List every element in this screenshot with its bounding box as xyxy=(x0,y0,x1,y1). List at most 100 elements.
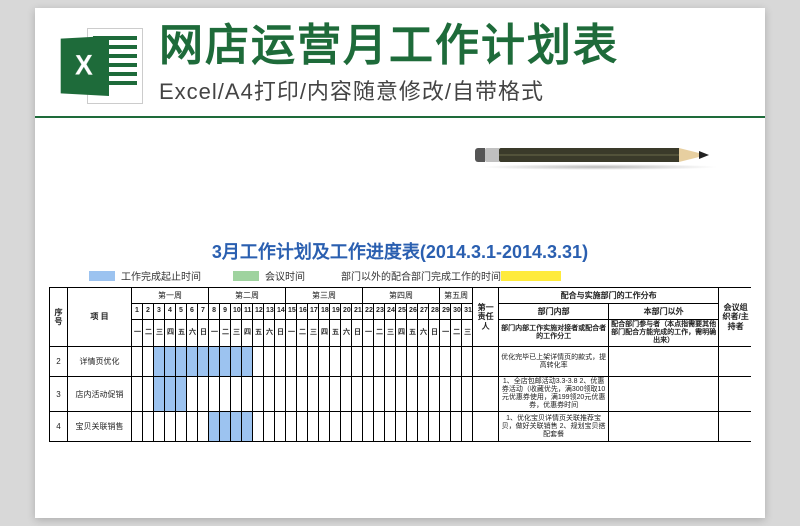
col-week: 第五周 xyxy=(440,288,473,304)
cell-seq: 4 xyxy=(50,412,68,442)
cell-owner xyxy=(473,377,499,412)
gantt-cell xyxy=(220,412,231,442)
col-day-wd: 五 xyxy=(253,320,264,347)
gantt-cell xyxy=(319,347,330,377)
col-day-num: 31 xyxy=(462,304,473,320)
gantt-cell xyxy=(352,347,363,377)
gantt-cell xyxy=(341,347,352,377)
col-day-num: 17 xyxy=(308,304,319,320)
col-day-wd: 三 xyxy=(385,320,396,347)
gantt-cell xyxy=(231,377,242,412)
header: X 网店运营月工作计划表 Excel/A4打印/内容随意修改/自带格式 xyxy=(35,8,765,118)
col-day-num: 4 xyxy=(165,304,176,320)
gantt-cell xyxy=(154,412,165,442)
col-day-num: 16 xyxy=(297,304,308,320)
gantt-cell xyxy=(396,347,407,377)
gantt-cell xyxy=(264,347,275,377)
gantt-cell xyxy=(132,377,143,412)
col-day-num: 12 xyxy=(253,304,264,320)
col-day-num: 11 xyxy=(242,304,253,320)
col-outer-detail: 配合部门参与者（本点指需要其他部门配合方能完成的工作，需明确出来） xyxy=(609,320,719,347)
gantt-cell xyxy=(341,377,352,412)
template-card: X 网店运营月工作计划表 Excel/A4打印/内容随意修改/自带格式 3月工作… xyxy=(35,8,765,518)
gantt-cell xyxy=(132,347,143,377)
legend-swatch-green xyxy=(233,271,259,281)
cell-outer xyxy=(609,412,719,442)
col-day-num: 14 xyxy=(275,304,286,320)
col-day-wd: 四 xyxy=(396,320,407,347)
gantt-cell xyxy=(297,347,308,377)
gantt-cell xyxy=(396,377,407,412)
gantt-cell xyxy=(451,412,462,442)
gantt-cell xyxy=(209,347,220,377)
col-day-wd: 三 xyxy=(231,320,242,347)
col-day-num: 9 xyxy=(220,304,231,320)
gantt-cell xyxy=(253,347,264,377)
gantt-cell xyxy=(253,412,264,442)
gantt-cell xyxy=(418,412,429,442)
gantt-cell xyxy=(154,347,165,377)
cell-meeting xyxy=(719,347,751,377)
col-day-num: 10 xyxy=(231,304,242,320)
gantt-cell xyxy=(198,412,209,442)
gantt-cell xyxy=(451,377,462,412)
col-project: 项 目 xyxy=(68,288,132,347)
cell-meeting xyxy=(719,377,751,412)
col-coop-title: 配合与实施部门的工作分布 xyxy=(499,288,719,304)
cell-inner: 1、优化宝贝详情页关联推荐宝贝，做好关联销售 2、规划宝贝搭配套餐 xyxy=(499,412,609,442)
spreadsheet-preview: 3月工作计划及工作进度表(2014.3.1-2014.3.31) 工作完成起止时… xyxy=(49,238,751,518)
gantt-cell xyxy=(363,377,374,412)
col-day-wd: 一 xyxy=(363,320,374,347)
gantt-cell xyxy=(330,347,341,377)
gantt-cell xyxy=(330,377,341,412)
gantt-cell xyxy=(253,377,264,412)
col-day-num: 1 xyxy=(132,304,143,320)
col-day-wd: 三 xyxy=(308,320,319,347)
col-day-num: 21 xyxy=(352,304,363,320)
table-row: 2详情页优化优化完毕已上架详情页的款式，提高转化率 xyxy=(50,347,752,377)
col-day-num: 13 xyxy=(264,304,275,320)
gantt-cell xyxy=(451,347,462,377)
legend-label-yellow: 部门以外的配合部门完成工作的时间 xyxy=(341,268,501,283)
gantt-cell xyxy=(275,412,286,442)
cell-owner xyxy=(473,412,499,442)
gantt-cell xyxy=(341,412,352,442)
gantt-cell xyxy=(385,377,396,412)
cell-project: 宝贝关联销售 xyxy=(68,412,132,442)
sheet-title: 3月工作计划及工作进度表(2014.3.1-2014.3.31) xyxy=(49,238,751,264)
cell-project: 店内活动促销 xyxy=(68,377,132,412)
gantt-cell xyxy=(352,412,363,442)
page-title: 网店运营月工作计划表 xyxy=(159,22,745,70)
col-day-wd: 六 xyxy=(418,320,429,347)
gantt-cell xyxy=(418,377,429,412)
gantt-cell xyxy=(330,412,341,442)
cell-owner xyxy=(473,347,499,377)
gantt-cell xyxy=(231,412,242,442)
gantt-cell xyxy=(187,412,198,442)
gantt-cell xyxy=(363,347,374,377)
gantt-cell xyxy=(440,377,451,412)
gantt-cell xyxy=(407,412,418,442)
col-day-wd: 五 xyxy=(176,320,187,347)
gantt-cell xyxy=(209,412,220,442)
excel-icon-letter: X xyxy=(75,49,93,82)
col-day-wd: 六 xyxy=(187,320,198,347)
gantt-cell xyxy=(462,347,473,377)
col-day-num: 24 xyxy=(385,304,396,320)
gantt-cell xyxy=(143,377,154,412)
pencil-graphic xyxy=(499,148,729,162)
col-day-num: 27 xyxy=(418,304,429,320)
gantt-cell xyxy=(429,412,440,442)
col-owner: 第一责任人 xyxy=(473,288,499,347)
cell-seq: 3 xyxy=(50,377,68,412)
col-day-wd: 一 xyxy=(209,320,220,347)
gantt-cell xyxy=(176,412,187,442)
gantt-cell xyxy=(440,347,451,377)
col-day-wd: 五 xyxy=(407,320,418,347)
col-day-num: 28 xyxy=(429,304,440,320)
col-day-wd: 二 xyxy=(143,320,154,347)
legend-label-blue: 工作完成起止时间 xyxy=(121,268,201,283)
col-day-wd: 五 xyxy=(330,320,341,347)
col-day-wd: 六 xyxy=(341,320,352,347)
table-row: 3店内活动促销1、全店包邮活动3.3-3.8 2、优惠券活动（收藏优先，满300… xyxy=(50,377,752,412)
